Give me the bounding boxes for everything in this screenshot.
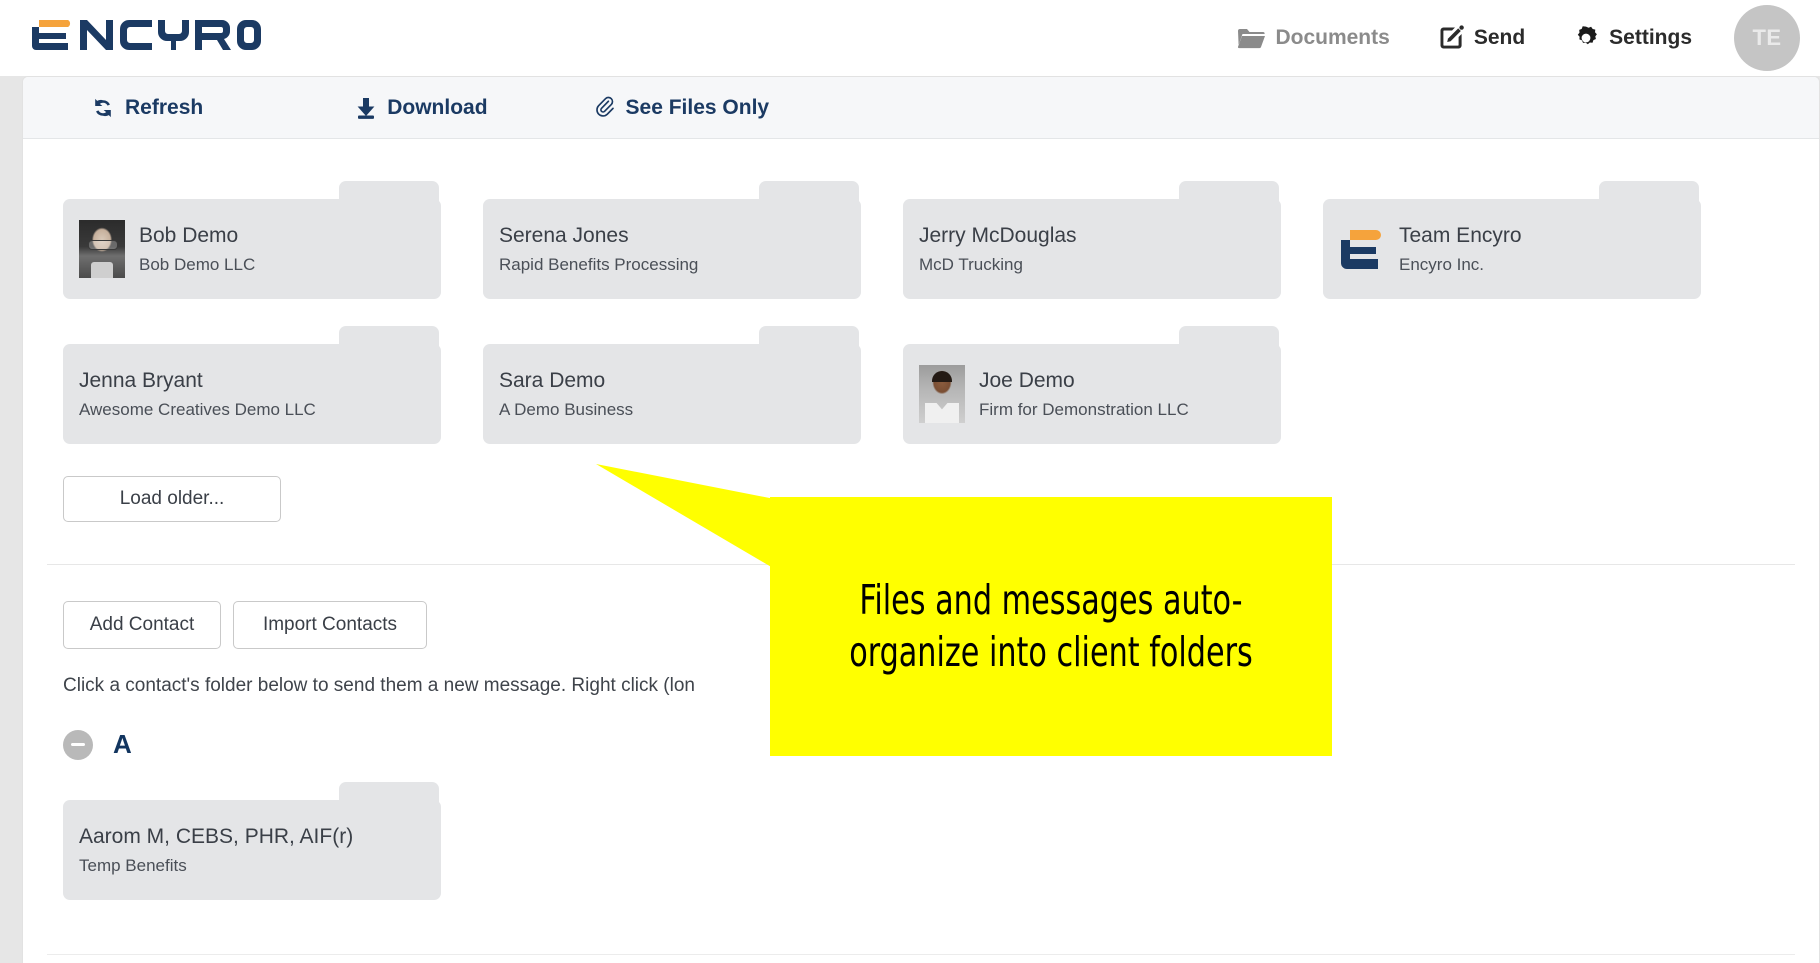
folder-card: Serena Jones Rapid Benefits Processing [461, 181, 881, 299]
folder-card: Bob Demo Bob Demo LLC [41, 181, 461, 299]
folder-card: Aarom M, CEBS, PHR, AIF(r) Temp Benefits [41, 782, 461, 900]
header-nav: Documents Send Settings TE [1189, 5, 1820, 71]
encyro-logo[interactable] [30, 18, 262, 58]
app-header: Documents Send Settings TE [0, 0, 1820, 76]
refresh-icon [91, 96, 115, 120]
refresh-button[interactable]: Refresh [91, 96, 203, 120]
contact-org: A Demo Business [499, 400, 634, 419]
folder-card: Jerry McDouglas McD Trucking [881, 181, 1301, 299]
contact-org: Awesome Creatives Demo LLC [79, 400, 316, 419]
contact-name: Joe Demo [979, 369, 1075, 392]
minus-icon[interactable] [63, 729, 93, 760]
nav-documents[interactable]: Documents [1237, 26, 1390, 50]
bottom-divider [47, 954, 1795, 955]
folder-toolbar: Refresh Download See Files Only [23, 77, 1819, 139]
contact-name: Bob Demo [139, 224, 239, 247]
compose-icon [1438, 25, 1464, 51]
callout-box: Files and messages auto-organize into cl… [770, 497, 1332, 756]
folder-card: Joe Demo Firm for Demonstration LLC [881, 326, 1301, 444]
download-label: Download [387, 95, 488, 119]
callout-text: Files and messages auto-organize into cl… [849, 575, 1253, 676]
contact-photo [919, 365, 965, 423]
folder-jenna-bryant[interactable]: Jenna Bryant Awesome Creatives Demo LLC [63, 344, 441, 444]
nav-settings[interactable]: Settings [1573, 25, 1692, 51]
nav-documents-label: Documents [1275, 26, 1390, 49]
alpha-letter: A [113, 729, 132, 759]
contact-org: Temp Benefits [79, 856, 187, 875]
contact-org: Bob Demo LLC [139, 255, 256, 274]
recent-folders-grid: Bob Demo Bob Demo LLC Serena Jones Rapid… [23, 139, 1819, 471]
contact-name: Jenna Bryant [79, 369, 203, 392]
folder-team-encyro[interactable]: Team Encyro Encyro Inc. [1323, 199, 1701, 299]
folder-joe-demo[interactable]: Joe Demo Firm for Demonstration LLC [903, 344, 1281, 444]
load-older-button[interactable]: Load older... [63, 476, 281, 522]
contact-name: Jerry McDouglas [919, 224, 1077, 247]
download-icon [355, 96, 377, 120]
contact-org: McD Trucking [919, 255, 1023, 274]
refresh-label: Refresh [125, 95, 204, 119]
see-files-only-label: See Files Only [625, 95, 770, 119]
folder-jerry-mcdouglas[interactable]: Jerry McDouglas McD Trucking [903, 199, 1281, 299]
avatar-initials: TE [1752, 25, 1782, 50]
folder-bob-demo[interactable]: Bob Demo Bob Demo LLC [63, 199, 441, 299]
folder-card: Jenna Bryant Awesome Creatives Demo LLC [41, 326, 461, 444]
contact-photo [79, 220, 125, 278]
see-files-only-button[interactable]: See Files Only [594, 95, 770, 120]
add-contact-button[interactable]: Add Contact [63, 601, 221, 649]
import-contacts-button[interactable]: Import Contacts [233, 601, 427, 649]
folder-sara-demo[interactable]: Sara Demo A Demo Business [483, 344, 861, 444]
contact-name: Sara Demo [499, 369, 606, 392]
folder-aarom-m[interactable]: Aarom M, CEBS, PHR, AIF(r) Temp Benefits [63, 800, 441, 900]
nav-settings-label: Settings [1609, 26, 1692, 49]
alpha-contacts-grid: Aarom M, CEBS, PHR, AIF(r) Temp Benefits [23, 760, 1819, 927]
contact-name: Team Encyro [1399, 224, 1522, 247]
folder-card: Team Encyro Encyro Inc. [1301, 181, 1721, 299]
folder-icon [1237, 27, 1266, 49]
contact-name: Serena Jones [499, 224, 629, 247]
paperclip-icon [594, 96, 616, 120]
contact-name: Aarom M, CEBS, PHR, AIF(r) [79, 825, 354, 848]
nav-send[interactable]: Send [1438, 25, 1525, 51]
folder-serena-jones[interactable]: Serena Jones Rapid Benefits Processing [483, 199, 861, 299]
encyro-mark-icon [1339, 220, 1385, 278]
download-button[interactable]: Download [355, 95, 488, 120]
avatar[interactable]: TE [1734, 5, 1800, 71]
folder-card: Sara Demo A Demo Business [461, 326, 881, 444]
contact-org: Rapid Benefits Processing [499, 255, 699, 274]
contact-org: Encyro Inc. [1399, 255, 1485, 274]
nav-send-label: Send [1473, 26, 1526, 49]
gear-icon [1573, 25, 1599, 51]
contact-org: Firm for Demonstration LLC [979, 400, 1189, 419]
